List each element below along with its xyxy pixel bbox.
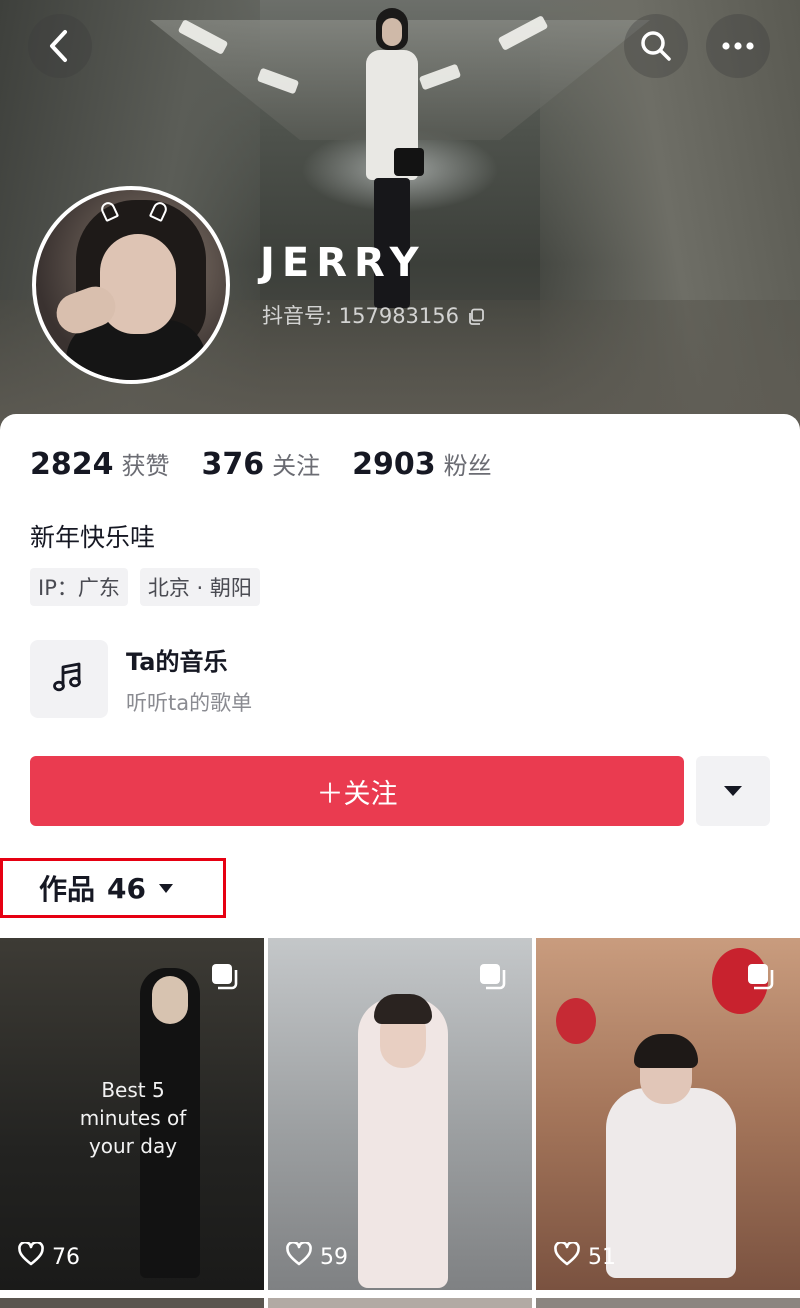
multi-image-icon bbox=[478, 962, 508, 992]
like-count-value: 51 bbox=[588, 1244, 616, 1270]
work-item[interactable]: 59 bbox=[268, 938, 532, 1290]
more-horizontal-icon bbox=[721, 41, 755, 51]
works-grid: Best 5 minutes of your day 76 59 51 bbox=[0, 938, 800, 1308]
stats-row: 2824 获赞 376 关注 2903 粉丝 bbox=[30, 446, 492, 482]
music-title: Ta的音乐 bbox=[126, 647, 228, 676]
ip-tag: IP：广东 bbox=[30, 568, 128, 606]
search-button[interactable] bbox=[624, 14, 688, 78]
stat-label: 获赞 bbox=[121, 452, 170, 480]
tab-works-label: 作品 bbox=[39, 873, 96, 906]
heart-icon bbox=[18, 1240, 44, 1272]
work-thumbnail-hair bbox=[374, 994, 432, 1024]
multi-image-icon bbox=[210, 962, 240, 992]
stat-label: 粉丝 bbox=[443, 452, 492, 480]
heart-icon bbox=[286, 1240, 312, 1272]
music-icon-box bbox=[30, 640, 108, 718]
stat-label: 关注 bbox=[272, 452, 321, 480]
more-options-button[interactable] bbox=[706, 14, 770, 78]
profile-card: 2824 获赞 376 关注 2903 粉丝 新年快乐哇 IP：广东 北京 · … bbox=[0, 414, 800, 1308]
douyin-id[interactable]: 抖音号: 157983156 bbox=[262, 300, 484, 330]
work-item-partial[interactable] bbox=[0, 1298, 264, 1308]
music-entry[interactable]: Ta的音乐 听听ta的歌单 bbox=[30, 640, 252, 718]
tags-row: IP：广东 北京 · 朝阳 bbox=[30, 568, 260, 606]
work-thumbnail-hair bbox=[634, 1034, 698, 1068]
heart-icon bbox=[554, 1240, 580, 1272]
like-count-value: 59 bbox=[320, 1244, 348, 1270]
like-count: 59 bbox=[286, 1240, 348, 1272]
work-item[interactable]: 51 bbox=[536, 938, 800, 1290]
stat-likes[interactable]: 2824 获赞 bbox=[30, 446, 170, 482]
tab-works-count: 46 bbox=[107, 871, 146, 905]
stat-value: 376 bbox=[201, 447, 265, 482]
chevron-left-icon bbox=[45, 29, 75, 63]
douyin-id-text: 抖音号: 157983156 bbox=[262, 304, 459, 328]
copy-icon[interactable] bbox=[467, 307, 484, 325]
music-subtitle: 听听ta的歌单 bbox=[126, 690, 253, 715]
username: JERRY bbox=[260, 240, 426, 286]
caret-down-icon bbox=[158, 879, 174, 898]
caret-down-icon bbox=[723, 782, 743, 801]
stat-value: 2824 bbox=[30, 447, 114, 482]
work-thumbnail-figure bbox=[606, 1088, 736, 1278]
like-count: 76 bbox=[18, 1240, 80, 1272]
stat-following[interactable]: 376 关注 bbox=[202, 446, 321, 482]
more-actions-button[interactable] bbox=[696, 756, 770, 826]
bio: 新年快乐哇 bbox=[30, 523, 156, 552]
avatar[interactable] bbox=[32, 186, 230, 384]
tab-works[interactable]: 作品 46 bbox=[0, 858, 226, 918]
multi-image-icon bbox=[746, 962, 776, 992]
like-count-value: 76 bbox=[52, 1244, 80, 1270]
location-tag[interactable]: 北京 · 朝阳 bbox=[139, 568, 260, 606]
work-thumbnail-face bbox=[152, 976, 188, 1024]
music-text: Ta的音乐 听听ta的歌单 bbox=[126, 642, 252, 717]
back-button[interactable] bbox=[28, 14, 92, 78]
work-item-partial[interactable] bbox=[268, 1298, 532, 1308]
stat-value: 2903 bbox=[352, 447, 436, 482]
stat-followers[interactable]: 2903 粉丝 bbox=[352, 446, 492, 482]
work-item-partial[interactable] bbox=[536, 1298, 800, 1308]
work-item[interactable]: Best 5 minutes of your day 76 bbox=[0, 938, 264, 1290]
like-count: 51 bbox=[554, 1240, 616, 1272]
search-icon bbox=[639, 29, 673, 63]
follow-label: ＋关注 bbox=[316, 778, 398, 810]
music-note-icon bbox=[51, 659, 87, 699]
profile-cover: JERRY 抖音号: 157983156 bbox=[0, 0, 800, 440]
work-overlay-text: Best 5 minutes of your day bbox=[79, 1078, 187, 1158]
work-thumbnail-balloon bbox=[556, 998, 596, 1044]
follow-button[interactable]: ＋关注 bbox=[30, 756, 684, 826]
